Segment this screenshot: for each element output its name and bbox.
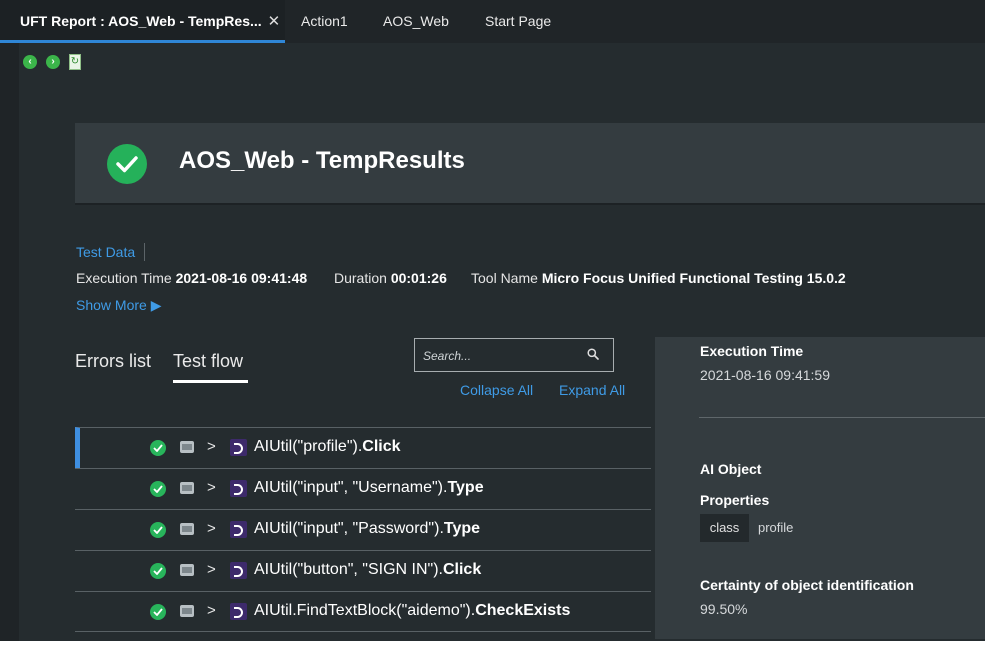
active-tab-indicator [173, 380, 248, 383]
step-icon [180, 441, 194, 453]
check-icon [107, 144, 147, 184]
property-key: class [700, 514, 749, 542]
chevron-right-icon[interactable]: > [207, 520, 216, 537]
bottom-edge [0, 641, 985, 646]
check-icon [150, 481, 166, 497]
step-text: AIUtil("profile").Click [254, 438, 401, 455]
step-text: AIUtil.FindTextBlock("aidemo").CheckExis… [254, 602, 571, 619]
duration-value: 00:01:26 [390, 270, 447, 286]
arrow-right-icon[interactable]: › [46, 55, 60, 69]
search-icon[interactable] [587, 348, 599, 360]
duration-label: Duration [334, 270, 387, 286]
tab-uft-report[interactable]: UFT Report : AOS_Web - TempRes... ✕ [0, 0, 285, 43]
refresh-icon[interactable]: ↻ [69, 54, 81, 70]
step-details-panel: Execution Time 2021-08-16 09:41:59 AI Ob… [655, 337, 985, 639]
step-icon [180, 523, 194, 535]
tab-label: Start Page [485, 13, 552, 29]
step-icon [180, 564, 194, 576]
chevron-right-icon[interactable]: > [207, 561, 216, 578]
tab-bar: UFT Report : AOS_Web - TempRes... ✕ Actio… [0, 0, 985, 43]
details-execution-time-label: Execution Time [700, 343, 804, 359]
divider [144, 243, 145, 261]
tab-errors-list[interactable]: Errors list [75, 351, 151, 372]
report-title: AOS_Web - TempResults [179, 147, 465, 174]
step-text: AIUtil("input", "Password").Type [254, 520, 481, 537]
table-row[interactable]: > AIUtil("profile").Click [75, 427, 651, 468]
arrow-left-icon[interactable]: ‹ [23, 55, 37, 69]
report-content: ‹ › ↻ AOS_Web - TempResults Test Data Ex… [19, 43, 985, 641]
report-header: AOS_Web - TempResults [75, 123, 985, 205]
ai-object-icon [230, 439, 247, 456]
step-text: AIUtil("button", "SIGN IN").Click [254, 561, 482, 578]
table-row[interactable]: > AIUtil("input", "Password").Type [75, 509, 651, 550]
check-icon [150, 440, 166, 456]
tab-aos-web[interactable]: AOS_Web [383, 0, 449, 43]
properties-label: Properties [700, 492, 770, 508]
tab-label: AOS_Web [383, 13, 449, 29]
collapse-all-button[interactable]: Collapse All [460, 382, 533, 398]
search-input[interactable]: Search... [414, 338, 614, 372]
search-placeholder: Search... [423, 349, 472, 363]
show-more-link[interactable]: Show More ▶ [76, 297, 161, 314]
tab-action1[interactable]: Action1 [301, 0, 348, 43]
tab-test-flow[interactable]: Test flow [173, 351, 243, 372]
ai-object-icon [230, 603, 247, 620]
execution-time-label: Execution Time [76, 270, 172, 286]
execution-time: Execution Time 2021-08-16 09:41:48 [76, 270, 307, 286]
check-icon [150, 522, 166, 538]
test-data-link[interactable]: Test Data [76, 244, 135, 260]
execution-time-value: 2021-08-16 09:41:48 [175, 270, 308, 286]
ai-object-icon [230, 480, 247, 497]
check-icon [150, 563, 166, 579]
property-value: profile [758, 520, 794, 535]
divider [699, 417, 985, 418]
close-icon[interactable]: ✕ [268, 13, 281, 30]
ai-object-icon [230, 521, 247, 538]
step-icon [180, 605, 194, 617]
tab-label: Action1 [301, 13, 348, 29]
step-text: AIUtil("input", "Username").Type [254, 479, 484, 496]
table-row[interactable]: > AIUtil.FindTextBlock("aidemo").CheckEx… [75, 591, 651, 632]
expand-all-button[interactable]: Expand All [559, 382, 625, 398]
certainty-value: 99.50% [700, 601, 748, 617]
ai-object-label: AI Object [700, 461, 762, 477]
details-execution-time-value: 2021-08-16 09:41:59 [700, 367, 830, 383]
step-icon [180, 482, 194, 494]
certainty-label: Certainty of object identification [700, 577, 914, 593]
tab-start-page[interactable]: Start Page [485, 0, 551, 43]
tool-name-value: Micro Focus Unified Functional Testing 1… [541, 270, 846, 286]
duration: Duration 00:01:26 [334, 270, 447, 286]
table-row[interactable]: > AIUtil("button", "SIGN IN").Click [75, 550, 651, 591]
tool-name: Tool Name Micro Focus Unified Functional… [471, 270, 846, 286]
ai-object-icon [230, 562, 247, 579]
check-icon [150, 604, 166, 620]
chevron-right-icon[interactable]: > [207, 602, 216, 619]
tab-label: UFT Report : AOS_Web - TempRes... [20, 13, 262, 29]
table-row[interactable]: > AIUtil("input", "Username").Type [75, 468, 651, 509]
tool-name-label: Tool Name [471, 270, 538, 286]
left-gutter [0, 43, 19, 641]
chevron-right-icon[interactable]: > [207, 438, 216, 455]
chevron-right-icon[interactable]: > [207, 479, 216, 496]
